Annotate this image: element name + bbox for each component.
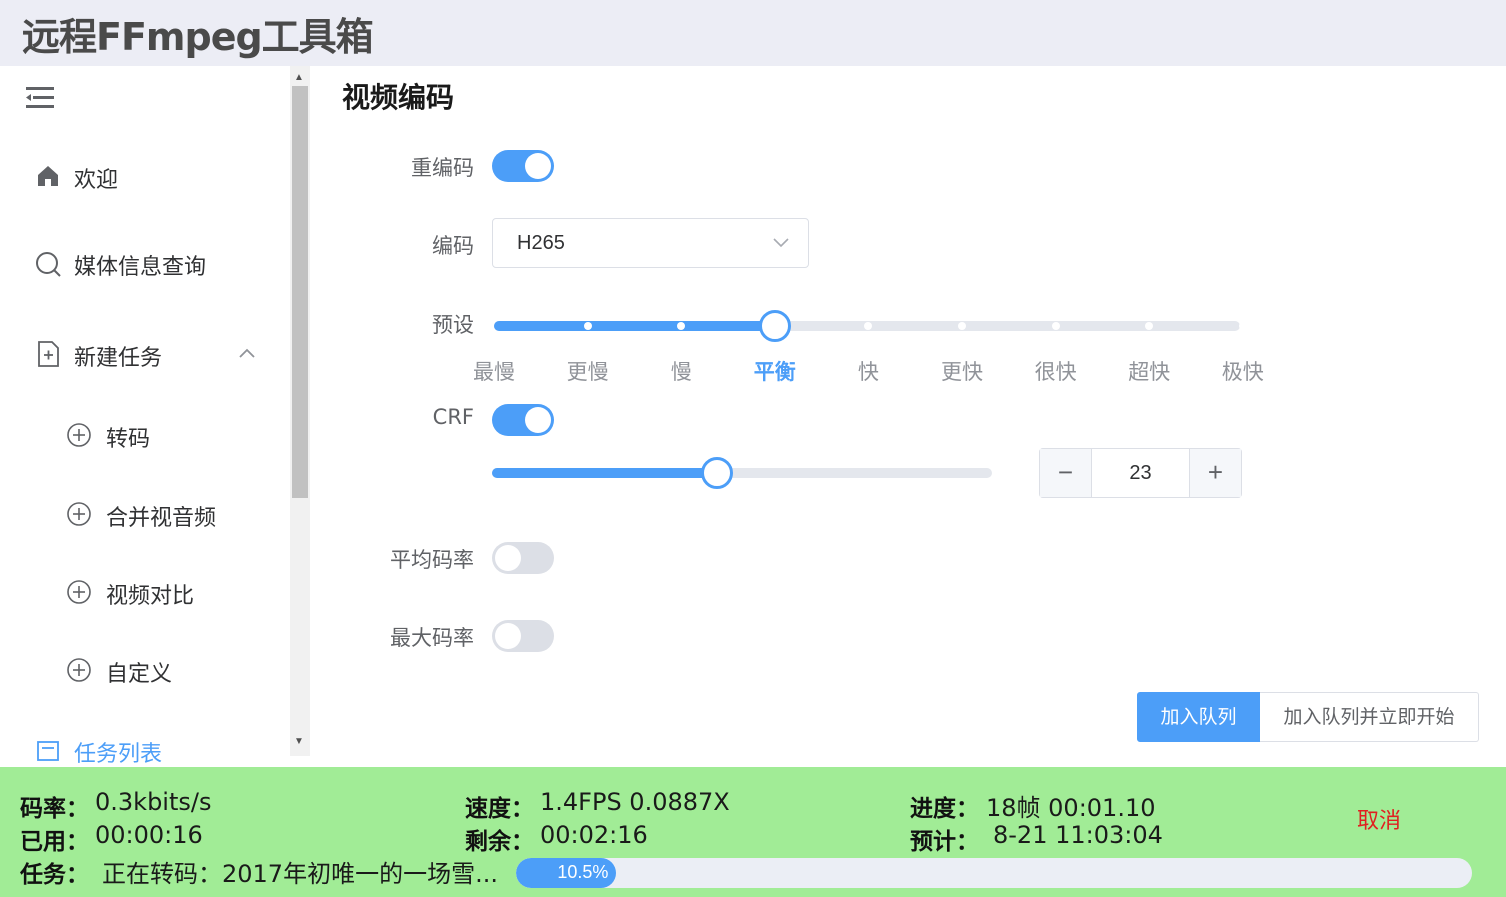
task-value: 正在转码：2017年初唯一的一场雪...	[102, 860, 498, 888]
search-icon	[35, 251, 61, 277]
sidebar-item-label: 合并视音频	[106, 506, 217, 531]
switch-knob	[525, 407, 551, 433]
sidebar-item-custom[interactable]: 自定义	[0, 642, 290, 698]
preset-mark-label[interactable]: 快	[858, 356, 879, 386]
preset-mark-label[interactable]: 慢	[671, 356, 692, 386]
sidebar-item-welcome[interactable]: 欢迎	[0, 148, 290, 204]
app-title: 远程FFmpeg工具箱	[22, 15, 374, 59]
increment-button[interactable]: +	[1189, 449, 1241, 497]
sidebar-item-new-task[interactable]: 新建任务	[0, 326, 290, 382]
crf-switch[interactable]	[492, 404, 554, 436]
sidebar-item-media-info[interactable]: 媒体信息查询	[0, 235, 290, 291]
add-queue-button[interactable]: 加入队列	[1137, 692, 1260, 742]
preset-mark-label[interactable]: 更慢	[567, 356, 609, 386]
eta-key: 预计：	[910, 829, 979, 855]
sidebar-item-transcode[interactable]: 转码	[0, 407, 290, 463]
menu-collapse-icon[interactable]	[24, 84, 58, 112]
preset-step-dot	[1238, 322, 1247, 330]
chevron-up-icon	[238, 346, 256, 358]
progress-bar-fill: 10.5%	[516, 858, 617, 888]
status-bar: 码率： 0.3kbits/s 速度： 1.4FPS 0.0887X 进度： 18…	[0, 767, 1506, 897]
circle-plus-icon	[66, 422, 92, 448]
used-value: 00:00:16	[95, 821, 203, 849]
sidebar-item-label: 视频对比	[106, 584, 195, 609]
switch-knob	[525, 153, 551, 179]
preset-step-dot	[583, 322, 592, 330]
crf-stepper: − 23 +	[1039, 448, 1242, 498]
circle-plus-icon	[66, 579, 92, 605]
sidebar-item-label: 欢迎	[74, 168, 119, 193]
switch-knob	[495, 545, 521, 571]
preset-mark-label[interactable]: 超快	[1128, 356, 1170, 386]
progress-key: 进度：	[910, 796, 979, 822]
preset-step-dot	[958, 322, 966, 330]
sidebar-item-label: 自定义	[106, 662, 173, 687]
task-key: 任务：	[20, 862, 89, 888]
preset-step-dot	[1051, 322, 1060, 330]
reencode-switch[interactable]	[492, 150, 554, 182]
avg-bitrate-label: 平均码率	[390, 548, 474, 572]
main-panel: 视频编码 重编码 编码 H265 预设 最慢 更慢 慢 平衡 快 更快 很快 超快 极快 CRF…	[310, 66, 1506, 766]
sidebar-item-compare[interactable]: 视频对比	[0, 564, 290, 620]
sidebar-item-label: 新建任务	[74, 346, 163, 371]
sidebar-scrollbar-thumb[interactable]	[292, 86, 308, 498]
codec-label: 编码	[432, 234, 474, 258]
crf-slider-fill	[492, 468, 718, 478]
progress-bar: 10.5%	[516, 858, 1472, 888]
sidebar-item-label: 任务列表	[74, 742, 163, 766]
max-bitrate-switch[interactable]	[492, 620, 554, 652]
remain-value: 00:02:16	[540, 821, 648, 849]
crf-slider-handle[interactable]	[701, 457, 734, 489]
sidebar: 欢迎 媒体信息查询 新建任务 转码 合并视音频 视频对比 自定义 任务列表	[0, 66, 290, 766]
preset-mark-label[interactable]: 更快	[941, 356, 983, 386]
chevron-down-icon	[772, 235, 790, 248]
preset-mark-label[interactable]: 平衡	[754, 356, 796, 386]
home-icon	[35, 163, 61, 189]
codec-value: H265	[517, 232, 565, 254]
speed-value: 1.4FPS 0.0887X	[540, 788, 730, 816]
crf-value[interactable]: 23	[1092, 462, 1189, 485]
crf-label: CRF	[432, 405, 474, 429]
progress-percent: 10.5%	[557, 862, 609, 882]
bitrate-key: 码率：	[20, 796, 89, 822]
avg-bitrate-switch[interactable]	[492, 542, 554, 574]
sidebar-item-merge[interactable]: 合并视音频	[0, 486, 290, 542]
speed-key: 速度：	[465, 796, 534, 822]
codec-select[interactable]: H265	[492, 218, 809, 268]
scroll-down-icon[interactable]: ▼	[294, 736, 304, 747]
sidebar-item-label: 媒体信息查询	[74, 255, 207, 280]
remain-key: 剩余：	[465, 829, 534, 855]
eta-value: 8-21 11:03:04	[993, 821, 1163, 849]
sidebar-item-task-list[interactable]: 任务列表	[0, 726, 290, 766]
cancel-button[interactable]: 取消	[1357, 803, 1401, 835]
switch-knob	[495, 623, 521, 649]
add-queue-start-button[interactable]: 加入队列并立即开始	[1260, 692, 1479, 742]
progress-value: 18帧 00:01.10	[986, 794, 1156, 822]
max-bitrate-label: 最大码率	[390, 626, 474, 650]
used-key: 已用：	[20, 829, 89, 855]
section-title: 视频编码	[342, 81, 455, 114]
decrement-button[interactable]: −	[1040, 449, 1092, 497]
scroll-up-icon[interactable]: ▲	[294, 72, 304, 83]
circle-plus-icon	[66, 501, 92, 527]
preset-mark-label[interactable]: 最慢	[473, 356, 515, 386]
preset-label: 预设	[432, 313, 474, 337]
circle-plus-icon	[66, 657, 92, 683]
bitrate-value: 0.3kbits/s	[95, 788, 212, 816]
preset-slider-handle[interactable]	[758, 310, 791, 342]
list-icon	[36, 738, 62, 764]
reencode-label: 重编码	[411, 156, 474, 180]
preset-slider-fill	[494, 321, 775, 331]
sidebar-item-label: 转码	[106, 427, 151, 452]
file-add-icon	[36, 340, 62, 367]
preset-mark-label[interactable]: 极快	[1222, 356, 1264, 386]
preset-mark-label[interactable]: 很快	[1035, 356, 1077, 386]
app-header: 远程FFmpeg工具箱	[0, 0, 1506, 66]
